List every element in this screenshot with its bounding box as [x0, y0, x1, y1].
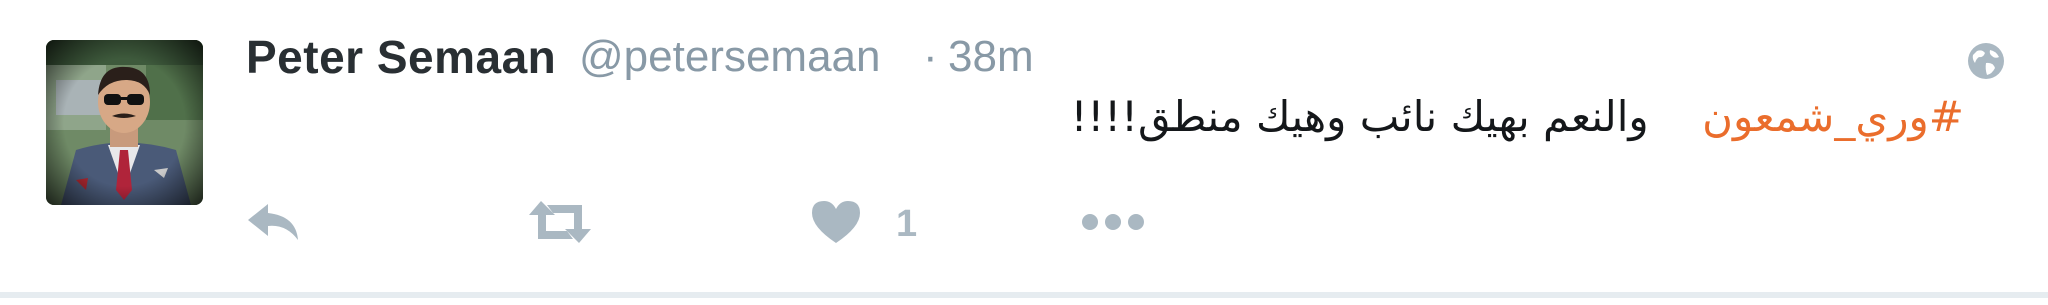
- more-button[interactable]: [1080, 196, 1150, 252]
- tweet-card: Peter Semaan @petersemaan · 38m #وري_شمع…: [0, 0, 2048, 305]
- reply-button[interactable]: [246, 196, 306, 252]
- timestamp[interactable]: 38m: [948, 32, 1034, 82]
- display-name[interactable]: Peter Semaan: [246, 30, 556, 84]
- globe-icon: [1966, 41, 2006, 81]
- user-handle[interactable]: @petersemaan: [579, 32, 881, 82]
- divider: [0, 292, 2048, 298]
- separator-dot: ·: [923, 32, 938, 81]
- hashtag-link[interactable]: #وري_شمعون: [1702, 92, 1964, 141]
- like-button[interactable]: 1: [810, 196, 940, 252]
- tweet-text: #وري_شمعون والنعم بهيك نائب وهيك منطق!!!…: [964, 92, 1964, 141]
- retweet-icon: [527, 199, 593, 250]
- retweet-button[interactable]: [527, 196, 597, 252]
- more-dots-icon: [1080, 212, 1146, 237]
- tweet-body: والنعم بهيك نائب وهيك منطق!!!!: [1070, 92, 1649, 141]
- avatar[interactable]: [46, 40, 203, 205]
- like-count: 1: [896, 202, 918, 245]
- heart-icon: [810, 199, 862, 250]
- reply-icon: [246, 200, 302, 249]
